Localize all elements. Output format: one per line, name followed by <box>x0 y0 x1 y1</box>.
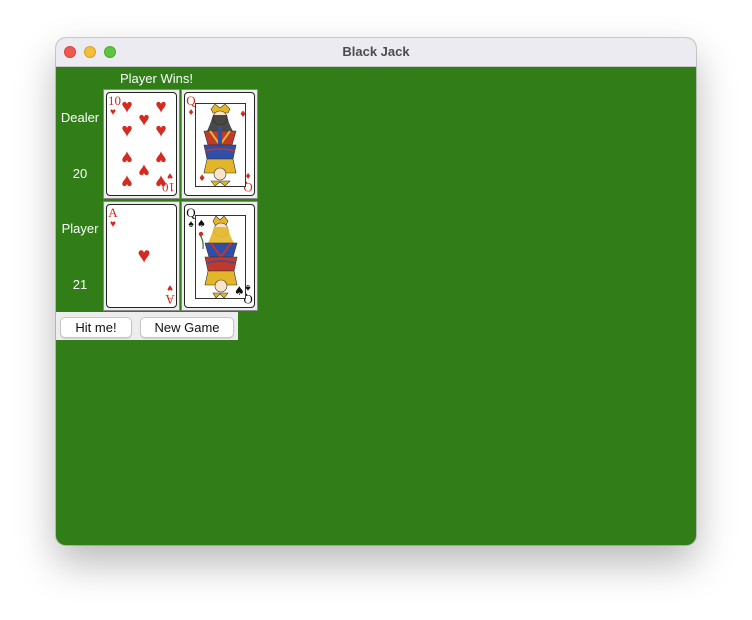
action-bar: Hit me! New Game <box>56 312 238 340</box>
heart-icon: ♥ <box>121 96 133 118</box>
heart-icon: ♥ <box>138 159 150 181</box>
dealer-card-2-slot: Q ♦ Q ♦ ♦ <box>181 89 258 199</box>
queen-portrait-icon: ♦ ♦ <box>195 103 246 187</box>
window-title: Black Jack <box>342 44 410 59</box>
heart-icon: ♥ <box>155 170 167 192</box>
hit-me-button[interactable]: Hit me! <box>60 317 132 338</box>
player-label: Player <box>61 221 99 236</box>
new-game-button[interactable]: New Game <box>140 317 234 338</box>
game-table: Player Wins! Dealer 20 Player 21 10 ♥ 10… <box>56 67 696 545</box>
queen-portrait-icon: ♠ ♠ <box>195 215 246 299</box>
title-bar: Black Jack <box>56 38 696 67</box>
heart-icon: ♥ <box>121 146 133 168</box>
heart-icon: ♥ <box>110 219 116 230</box>
heart-icon: ♥ <box>155 120 167 142</box>
card-rank: 10 <box>108 93 121 108</box>
card-rank: A <box>165 292 175 307</box>
heart-icon: ♥ <box>155 146 167 168</box>
dealer-score: 20 <box>72 166 88 181</box>
dealer-card-1: 10 ♥ 10 ♥ ♥ ♥ ♥ ♥ ♥ ♥ ♥ ♥ ♥ ♥ <box>106 92 177 196</box>
player-card-2: Q ♠ Q ♠ ♠ ♠ <box>184 204 255 308</box>
player-card-1: A ♥ A ♥ ♥ <box>106 204 177 308</box>
player-card-2-slot: Q ♠ Q ♠ ♠ ♠ <box>181 201 258 311</box>
player-score: 21 <box>72 277 88 292</box>
heart-icon: ♥ <box>155 96 167 118</box>
player-card-1-slot: A ♥ A ♥ ♥ <box>103 201 180 311</box>
heart-icon: ♥ <box>121 170 133 192</box>
dealer-card-1-slot: 10 ♥ 10 ♥ ♥ ♥ ♥ ♥ ♥ ♥ ♥ ♥ ♥ ♥ <box>103 89 180 199</box>
svg-text:♠: ♠ <box>234 284 245 298</box>
svg-text:♦: ♦ <box>239 110 246 120</box>
dealer-card-2: Q ♦ Q ♦ ♦ <box>184 92 255 196</box>
app-window: Black Jack Player Wins! Dealer 20 Player… <box>56 38 696 545</box>
heart-icon: ♥ <box>138 109 150 131</box>
svg-text:♦: ♦ <box>198 174 206 184</box>
heart-icon: ♥ <box>110 107 116 118</box>
heart-icon: ♥ <box>137 242 151 268</box>
svg-text:♠: ♠ <box>197 219 206 230</box>
card-rank: A <box>108 205 118 220</box>
game-status: Player Wins! <box>120 71 193 86</box>
dealer-label: Dealer <box>60 110 100 125</box>
heart-icon: ♥ <box>121 120 133 142</box>
